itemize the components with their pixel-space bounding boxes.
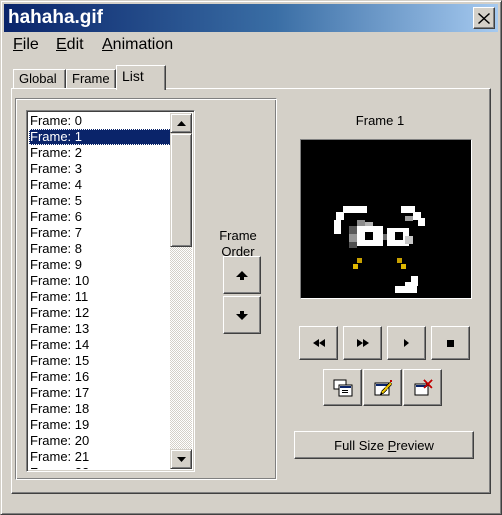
frame-list-item[interactable]: Frame: 11	[29, 289, 171, 305]
app-window: hahaha.gif File Edit Animation Global Fr…	[0, 0, 502, 515]
frame-list-item[interactable]: Frame: 3	[29, 161, 171, 177]
frame-list-item[interactable]: Frame: 20	[29, 433, 171, 449]
preview-frame-label: Frame 1	[355, 113, 405, 128]
frame-listbox[interactable]: Frame: 0 Frame: 1 Frame: 2 Frame: 3 Frame: 4…	[26, 110, 195, 472]
arrow-up-icon	[236, 270, 248, 280]
close-button[interactable]	[473, 7, 495, 29]
play-icon	[404, 339, 409, 347]
rewind-icon	[312, 339, 325, 347]
tab-global-label: Global	[19, 71, 57, 86]
full-size-preview-label-after: review	[396, 437, 434, 453]
frame-list-item[interactable]: Frame: 7	[29, 225, 171, 241]
menu-file-mnemonic: F	[13, 36, 23, 53]
menu-file[interactable]: File	[13, 36, 39, 54]
scroll-down-button[interactable]	[170, 449, 192, 469]
frame-list-item[interactable]: Frame: 19	[29, 417, 171, 433]
frame-list-item[interactable]: Frame: 13	[29, 321, 171, 337]
full-size-preview-label: Full Size Preview	[334, 438, 434, 453]
frame-preview-image	[301, 140, 471, 298]
insert-frame-icon	[333, 379, 352, 396]
window-title: hahaha.gif	[8, 7, 104, 28]
tab-frame-label: Frame	[72, 71, 110, 86]
full-size-preview-button[interactable]: Full Size Preview	[294, 431, 474, 459]
frame-list-item[interactable]: Frame: 5	[29, 193, 171, 209]
scroll-thumb[interactable]	[170, 133, 192, 247]
full-size-preview-mnemonic: P	[387, 437, 397, 453]
frame-list-item[interactable]: Frame: 14	[29, 337, 171, 353]
frame-order-label-line1: Frame	[219, 228, 257, 243]
menu-animation-label: nimation	[112, 36, 174, 53]
frame-list-item[interactable]: Frame: 18	[29, 401, 171, 417]
stop-icon	[447, 339, 454, 347]
play-button[interactable]	[387, 326, 426, 360]
scroll-up-button[interactable]	[170, 113, 192, 133]
frame-list-item[interactable]: Frame: 21	[29, 449, 171, 465]
move-frame-up-button[interactable]	[223, 256, 261, 294]
edit-frame-icon	[374, 379, 392, 395]
tab-list[interactable]: List	[116, 65, 166, 90]
move-frame-down-button[interactable]	[223, 296, 261, 334]
menu-file-label: ile	[22, 36, 39, 53]
insert-frame-button[interactable]	[323, 369, 362, 406]
tab-global[interactable]: Global	[13, 69, 66, 89]
frame-list-item[interactable]: Frame: 22	[29, 465, 171, 469]
stop-button[interactable]	[431, 326, 470, 360]
frame-list-item[interactable]: Frame: 0	[29, 113, 171, 129]
menu-edit-label: dit	[66, 36, 84, 53]
frame-list-items: Frame: 0 Frame: 1 Frame: 2 Frame: 3 Frame: 4…	[29, 113, 171, 469]
delete-frame-icon	[414, 378, 433, 395]
menu-animation[interactable]: Animation	[102, 36, 173, 54]
frame-list-item[interactable]: Frame: 15	[29, 353, 171, 369]
frame-list-item[interactable]: Frame: 6	[29, 209, 171, 225]
triangle-down-icon	[176, 456, 186, 462]
frame-list-item[interactable]: Frame: 4	[29, 177, 171, 193]
frame-list-item[interactable]: Frame: 12	[29, 305, 171, 321]
frame-list-item[interactable]: Frame: 10	[29, 273, 171, 289]
frame-list-item[interactable]: Frame: 8	[29, 241, 171, 257]
frame-list-item[interactable]: Frame: 17	[29, 385, 171, 401]
list-tab-panel: Frame: 0 Frame: 1 Frame: 2 Frame: 3 Frame: 4…	[11, 88, 491, 494]
frame-list-item[interactable]: Frame: 1	[29, 129, 171, 145]
frame-preview	[300, 139, 472, 299]
edit-frame-button[interactable]	[363, 369, 402, 406]
menu-edit-mnemonic: E	[56, 36, 67, 53]
arrow-down-icon	[236, 310, 248, 320]
rewind-button[interactable]	[299, 326, 338, 360]
frame-list-item[interactable]: Frame: 2	[29, 145, 171, 161]
menu-bar: File Edit Animation	[4, 34, 498, 56]
delete-frame-button[interactable]	[403, 369, 442, 406]
frame-list-item[interactable]: Frame: 9	[29, 257, 171, 273]
menu-animation-mnemonic: A	[102, 36, 113, 53]
close-icon	[478, 12, 490, 24]
menu-edit[interactable]: Edit	[56, 36, 84, 54]
tab-list-label: List	[122, 68, 144, 84]
frame-list-scrollbar[interactable]	[170, 113, 192, 469]
title-bar[interactable]: hahaha.gif	[4, 4, 498, 32]
full-size-preview-label-before: Full Size	[334, 437, 388, 453]
fast-forward-button[interactable]	[343, 326, 382, 360]
tab-frame[interactable]: Frame	[66, 69, 116, 89]
frame-list-group: Frame: 0 Frame: 1 Frame: 2 Frame: 3 Frame: 4…	[15, 98, 277, 480]
fast-forward-icon	[356, 339, 369, 347]
frame-list-item[interactable]: Frame: 16	[29, 369, 171, 385]
triangle-up-icon	[176, 120, 186, 126]
